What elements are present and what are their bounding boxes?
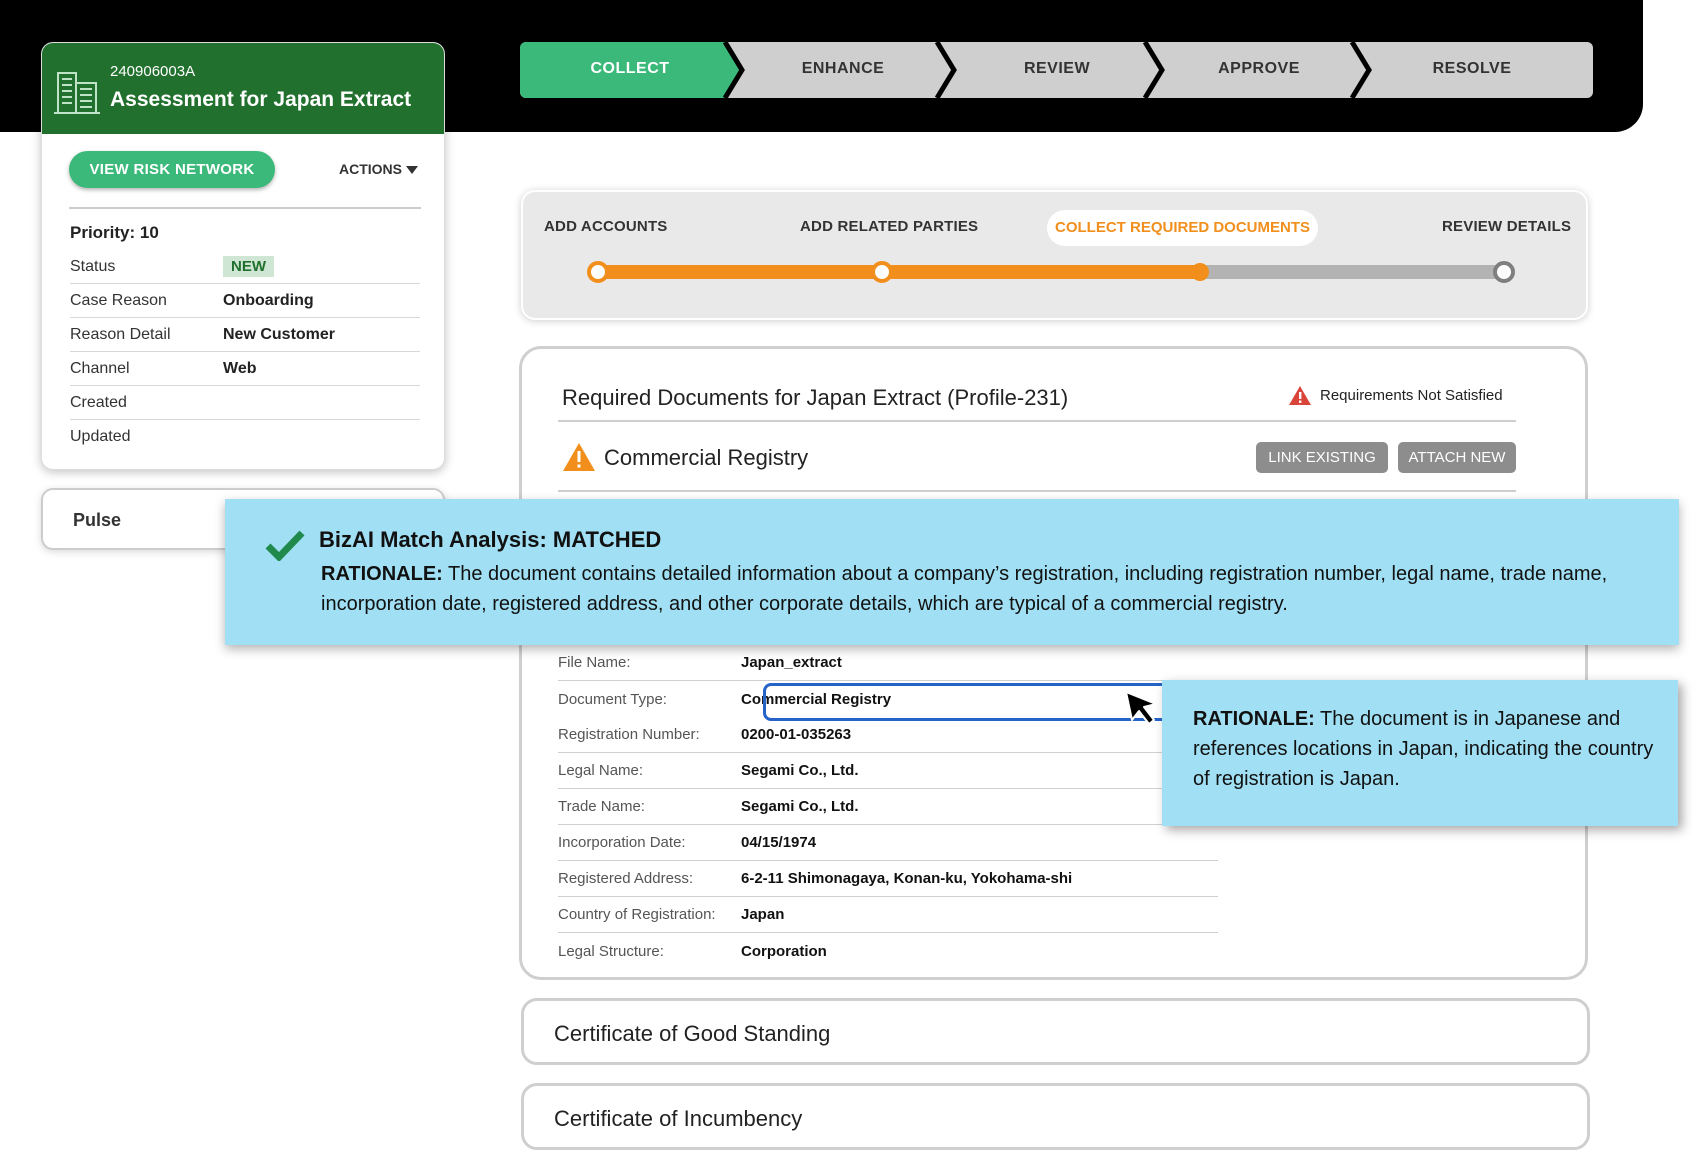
info-value: New Customer <box>223 325 336 343</box>
field-row-registration-number: Registration Number: 0200-01-035263 <box>558 717 1218 753</box>
info-row-status: Status NEW <box>70 250 420 284</box>
certificate-incumbency-card[interactable]: Certificate of Incumbency <box>521 1083 1590 1150</box>
field-row-file-name: File Name: Japan_extract <box>558 645 1218 681</box>
info-key: Channel <box>70 359 130 377</box>
info-row-created: Created <box>70 386 420 420</box>
process-stepper: COLLECT ENHANCE REVIEW APPROVE RESOLVE <box>520 42 1593 98</box>
field-value: Corporation <box>741 942 827 960</box>
case-divider <box>69 207 421 209</box>
match-rationale: RATIONALE: The document contains detaile… <box>321 559 1651 619</box>
link-existing-button[interactable]: LINK EXISTING <box>1256 442 1388 473</box>
country-rationale: RATIONALE: The document is in Japanese a… <box>1193 704 1663 794</box>
info-key: Reason Detail <box>70 325 171 343</box>
case-title: Assessment for Japan Extract <box>110 88 412 111</box>
sub-stepper: ADD ACCOUNTS ADD RELATED PARTIES COLLECT… <box>521 190 1588 320</box>
field-row-document-type: Document Type: Commercial Registry <box>558 681 1251 721</box>
field-row-incorporation-date: Incorporation Date: 04/15/1974 <box>558 825 1218 861</box>
process-step-enhance[interactable]: ENHANCE <box>773 60 913 78</box>
required-documents-card: Required Documents for Japan Extract (Pr… <box>519 346 1588 980</box>
info-row-reason-detail: Reason Detail New Customer <box>70 318 420 352</box>
case-id: 240906003A <box>110 63 196 80</box>
field-label: Country of Registration: <box>558 906 716 923</box>
field-label: Registration Number: <box>558 726 700 743</box>
field-value: 6-2-11 Shimonagaya, Konan-ku, Yokohama-s… <box>741 870 1073 887</box>
field-label: Registered Address: <box>558 870 694 887</box>
info-value: Onboarding <box>223 291 314 309</box>
commercial-registry-title: Commercial Registry <box>604 445 809 470</box>
sub-step-add-accounts[interactable]: ADD ACCOUNTS <box>544 218 668 235</box>
attach-new-button[interactable]: ATTACH NEW <box>1398 442 1516 473</box>
actions-menu[interactable]: ACTIONS <box>339 161 418 177</box>
match-analysis-tooltip: BizAI Match Analysis: MATCHED RATIONALE:… <box>225 499 1679 645</box>
rationale-label: RATIONALE: <box>1193 708 1315 730</box>
field-label: Legal Structure: <box>558 942 664 960</box>
info-row-updated: Updated <box>70 420 420 454</box>
field-value: Japan <box>741 906 785 923</box>
warning-icon <box>1289 386 1311 405</box>
doc-card-title: Certificate of Good Standing <box>554 1021 831 1046</box>
progress-fill <box>598 265 1200 279</box>
pulse-label: Pulse <box>73 510 122 530</box>
requirements-status: Requirements Not Satisfied <box>1288 385 1503 406</box>
actions-label: ACTIONS <box>339 161 402 177</box>
case-header: 240906003A Assessment for Japan Extract <box>42 43 444 134</box>
priority-label: Priority: 10 <box>70 223 159 242</box>
info-key: Status <box>70 257 116 275</box>
field-row-trade-name: Trade Name: Segami Co., Ltd. <box>558 789 1218 825</box>
divider <box>558 490 1516 492</box>
sub-step-add-related-parties[interactable]: ADD RELATED PARTIES <box>800 218 978 235</box>
document-fields: File Name: Japan_extract Document Type: … <box>558 645 1251 969</box>
field-value: Japan_extract <box>741 654 842 671</box>
view-risk-network-button[interactable]: VIEW RISK NETWORK <box>69 151 275 188</box>
field-label: Document Type: <box>558 690 667 708</box>
info-value: Web <box>223 359 257 377</box>
rationale-text: The document contains detailed informati… <box>321 563 1608 615</box>
cursor-icon <box>1125 691 1157 725</box>
process-step-review[interactable]: REVIEW <box>987 60 1127 78</box>
sub-step-collect-required-documents[interactable]: COLLECT REQUIRED DOCUMENTS <box>1047 210 1318 246</box>
progress-dot-2 <box>871 261 893 283</box>
field-label: Trade Name: <box>558 798 645 815</box>
info-key: Case Reason <box>70 291 167 309</box>
country-rationale-tooltip: RATIONALE: The document is in Japanese a… <box>1162 680 1678 826</box>
field-row-country-of-registration: Country of Registration: Japan <box>558 897 1218 933</box>
rationale-label: RATIONALE: <box>321 563 443 585</box>
case-info-table: Status NEW Case Reason Onboarding Reason… <box>70 250 420 454</box>
status-badge: NEW <box>223 256 274 277</box>
divider <box>558 420 1516 422</box>
warning-icon <box>563 443 595 471</box>
field-value: Segami Co., Ltd. <box>741 798 859 815</box>
progress-dot-end <box>1493 261 1515 283</box>
field-label: Incorporation Date: <box>558 834 686 851</box>
doc-card-title: Certificate of Incumbency <box>554 1106 803 1131</box>
process-step-resolve[interactable]: RESOLVE <box>1402 60 1542 78</box>
progress-dot-1 <box>587 261 609 283</box>
info-key: Updated <box>70 428 131 445</box>
field-label: Legal Name: <box>558 762 644 779</box>
building-icon <box>54 72 100 114</box>
field-row-legal-structure: Legal Structure: Corporation <box>558 933 1218 969</box>
caret-down-icon <box>406 166 418 175</box>
info-row-case-reason: Case Reason Onboarding <box>70 284 420 318</box>
certificate-good-standing-card[interactable]: Certificate of Good Standing <box>521 998 1590 1065</box>
progress-track <box>598 265 1514 279</box>
field-value: 04/15/1974 <box>741 834 817 851</box>
docs-title: Required Documents for Japan Extract (Pr… <box>562 385 1069 410</box>
requirements-status-text: Requirements Not Satisfied <box>1320 387 1503 404</box>
field-row-legal-name: Legal Name: Segami Co., Ltd. <box>558 753 1218 789</box>
info-key: Created <box>70 393 127 411</box>
match-title: BizAI Match Analysis: MATCHED <box>319 527 662 552</box>
process-step-collect[interactable]: COLLECT <box>560 60 700 78</box>
checkmark-icon <box>265 530 305 561</box>
sub-step-review-details[interactable]: REVIEW DETAILS <box>1442 218 1571 235</box>
info-row-channel: Channel Web <box>70 352 420 386</box>
progress-dot-current <box>1191 263 1209 281</box>
case-card: 240906003A Assessment for Japan Extract … <box>41 42 445 470</box>
field-value: 0200-01-035263 <box>741 726 852 743</box>
field-row-registered-address: Registered Address: 6-2-11 Shimonagaya, … <box>558 861 1218 897</box>
process-step-approve[interactable]: APPROVE <box>1189 60 1329 78</box>
field-label: File Name: <box>558 654 631 671</box>
field-value: Segami Co., Ltd. <box>741 762 859 779</box>
